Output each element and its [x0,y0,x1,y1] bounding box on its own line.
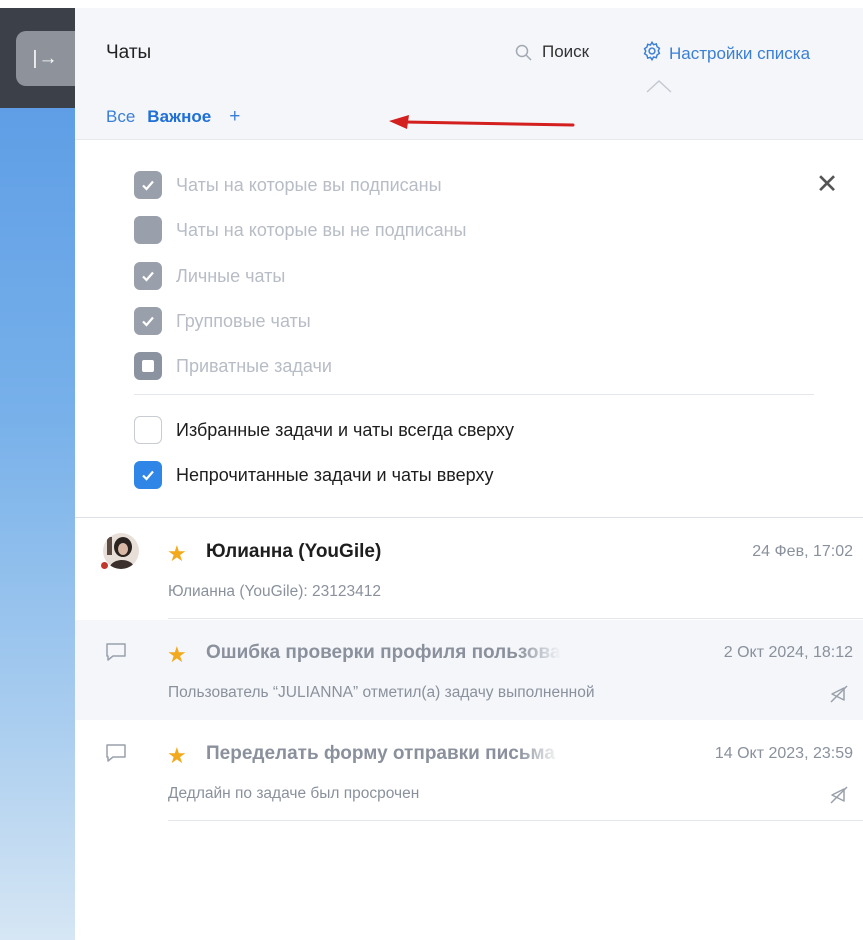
chat-list-item[interactable]: ★ Переделать форму отправки письма 14 Ок… [75,721,863,821]
chats-header: Чаты Поиск Настройки списка Все Важное + [75,0,863,140]
chat-title: Ошибка проверки профиля пользователя [206,642,561,663]
option-label: Непрочитанные задачи и чаты вверху [176,464,494,485]
star-icon[interactable]: ★ [167,642,187,668]
chat-preview: Пользователь “JULIANNA” отметил(а) задач… [168,684,595,701]
sidebar-expand-icon: |→ [32,47,59,69]
chat-tabs: Все Важное + [106,106,240,128]
tab-important[interactable]: Важное [147,107,211,127]
chat-preview: Юлианна (YouGile): 23123412 [168,583,381,600]
separator [168,820,863,821]
checkbox-checked[interactable] [134,171,162,199]
search-label: Поиск [542,42,590,61]
filter-label: Чаты на которые вы не подписаны [176,219,467,240]
list-settings-panel: ✕ Чаты на которые вы подписаны Чаты на к… [75,140,863,518]
filter-not-subscribed[interactable]: Чаты на которые вы не подписаны [134,216,466,244]
checkbox-checked[interactable] [134,307,162,335]
filter-private-tasks[interactable]: Приватные задачи [134,352,332,380]
filter-label: Приватные задачи [176,355,332,376]
search-icon [515,44,532,61]
filter-group[interactable]: Групповые чаты [134,307,311,335]
tab-all[interactable]: Все [106,107,135,127]
filter-personal[interactable]: Личные чаты [134,262,285,290]
checkbox-indeterminate[interactable] [134,352,162,380]
checkbox-checked[interactable] [134,461,162,489]
chat-bubble-icon [105,642,127,667]
gear-icon [641,40,663,67]
divider [134,394,814,395]
chat-preview: Дедлайн по задаче был просрочен [168,785,420,802]
option-unread-top[interactable]: Непрочитанные задачи и чаты вверху [134,461,494,489]
filter-label: Чаты на которые вы подписаны [176,174,442,195]
left-rail [0,0,75,940]
header-top-strip [75,0,863,8]
search-button[interactable]: Поиск [515,42,589,62]
page-title: Чаты [106,42,152,63]
checkbox-unchecked[interactable] [134,216,162,244]
filter-subscribed[interactable]: Чаты на которые вы подписаны [134,171,442,199]
option-label: Избранные задачи и чаты всегда сверху [176,419,515,440]
checkbox-checked[interactable] [134,262,162,290]
chat-list-item[interactable]: ★ Ошибка проверки профиля пользователя 2… [75,620,863,720]
separator [168,618,863,619]
chat-bubble-icon [105,743,127,768]
filter-label: Личные чаты [176,265,286,286]
chat-time: 2 Окт 2024, 18:12 [723,644,853,661]
close-icon[interactable]: ✕ [813,170,841,198]
settings-caret-icon [646,80,672,93]
list-settings-label: Настройки списка [669,43,811,63]
chat-title: Переделать форму отправки письма [206,743,555,764]
chat-time: 24 Фев, 17:02 [752,543,853,560]
sidebar-expand-button[interactable]: |→ [16,31,75,86]
chat-list-item[interactable]: ★ Юлианна (YouGile) 24 Фев, 17:02 Юлианн… [75,519,863,619]
mute-icon [829,785,849,810]
star-icon[interactable]: ★ [167,541,187,567]
mute-icon [829,684,849,709]
chat-title: Юлианна (YouGile) [206,541,382,562]
add-tab-button[interactable]: + [229,106,240,128]
list-settings-button[interactable]: Настройки списка [641,40,810,67]
annotation-arrow [389,115,575,129]
option-favorites-top[interactable]: Избранные задачи и чаты всегда сверху [134,416,514,444]
checkbox-unchecked[interactable] [134,416,162,444]
status-dot [100,561,109,570]
chat-time: 14 Окт 2023, 23:59 [714,745,853,762]
rail-top-strip [0,0,75,8]
star-icon[interactable]: ★ [167,743,187,769]
filter-label: Групповые чаты [176,310,311,331]
